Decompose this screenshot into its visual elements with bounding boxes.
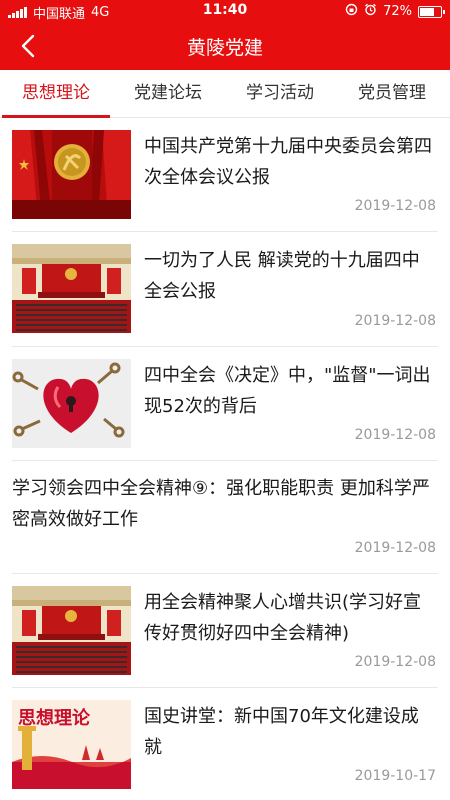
article-date: 2019-10-17 (354, 768, 436, 784)
list-item[interactable]: 中国共产党第十九届中央委员会第四次全体会议公报 2019-12-08 (12, 118, 438, 232)
article-title: 中国共产党第十九届中央委员会第四次全体会议公报 (144, 136, 432, 188)
category-tabs: 思想理论 党建论坛 学习活动 党员管理 (0, 70, 450, 118)
article-thumbnail (12, 359, 131, 448)
tab-study-activities[interactable]: 学习活动 (224, 70, 336, 118)
article-title: 四中全会《决定》中，"监督"一词出现52次的背后 (144, 365, 431, 417)
nav-bar: 黄陵党建 (0, 22, 450, 70)
article-date: 2019-12-08 (354, 198, 436, 214)
battery-level-fill (420, 7, 434, 16)
tab-ideology-theory[interactable]: 思想理论 (0, 70, 112, 118)
tab-party-forum[interactable]: 党建论坛 (112, 70, 224, 118)
article-title: 一切为了人民 解读党的十九届四中全会公报 (144, 250, 420, 302)
article-title: 学习领会四中全会精神⑨：强化职能职责 更加科学严密高效做好工作 (12, 478, 430, 530)
status-bar: 中国联通 4G 11:40 72% (0, 0, 450, 22)
article-date: 2019-12-08 (354, 540, 436, 556)
article-title: 用全会精神聚人心增共识(学习好宣传好贯彻好四中全会精神) (144, 592, 422, 644)
list-item[interactable]: 四中全会《决定》中，"监督"一词出现52次的背后 2019-12-08 (12, 347, 438, 461)
battery-icon (418, 5, 445, 18)
article-thumbnail: 思想理论 (12, 700, 131, 789)
article-date: 2019-12-08 (354, 654, 436, 670)
article-date: 2019-12-08 (354, 427, 436, 443)
battery-percent: 72% (383, 4, 412, 19)
article-thumbnail (12, 244, 131, 333)
list-item[interactable]: 一切为了人民 解读党的十九届四中全会公报 2019-12-08 (12, 232, 438, 347)
article-title: 国史讲堂：新中国70年文化建设成就 (144, 706, 419, 758)
tab-member-management[interactable]: 党员管理 (336, 70, 448, 118)
article-thumbnail (12, 130, 131, 219)
list-item[interactable]: 思想理论 国史讲堂：新中国70年文化建设成就 2019-10-17 (12, 688, 438, 800)
list-item[interactable]: 学习领会四中全会精神⑨：强化职能职责 更加科学严密高效做好工作 2019-12-… (12, 461, 438, 574)
article-date: 2019-12-08 (354, 313, 436, 329)
thumbnail-banner-text: 思想理论 (18, 707, 91, 728)
alarm-icon (364, 3, 377, 20)
article-thumbnail (12, 586, 131, 675)
list-item[interactable]: 用全会精神聚人心增共识(学习好宣传好贯彻好四中全会精神) 2019-12-08 (12, 574, 438, 688)
rotation-lock-icon (345, 3, 358, 20)
page-title: 黄陵党建 (186, 37, 263, 59)
